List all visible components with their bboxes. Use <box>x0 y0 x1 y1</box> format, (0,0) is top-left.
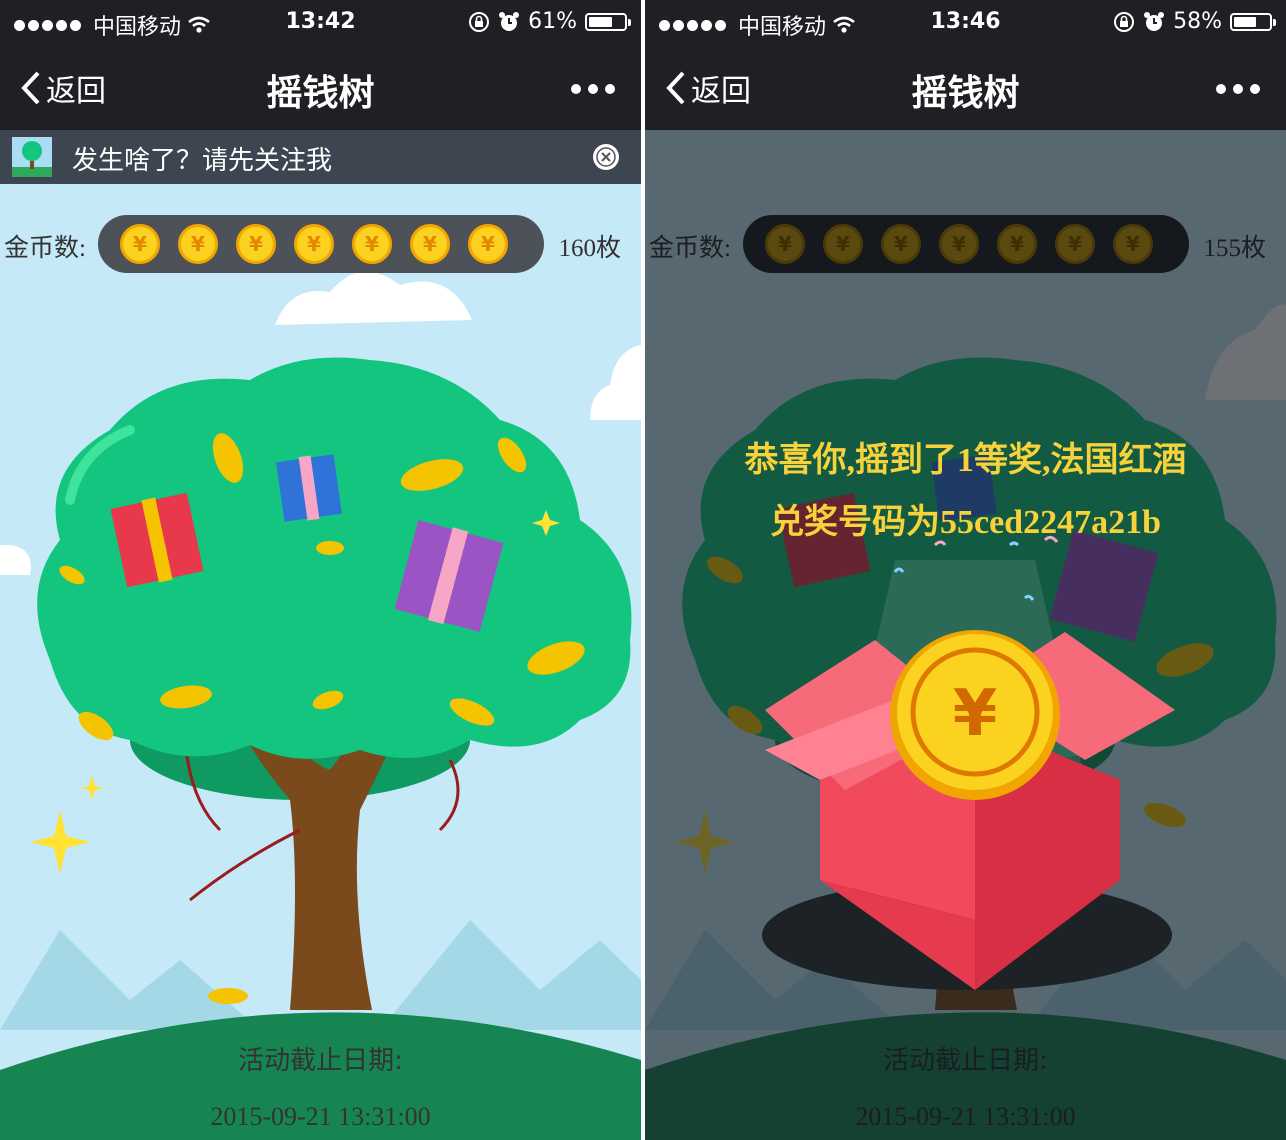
close-banner-button[interactable] <box>593 144 619 170</box>
rotation-lock-icon <box>1114 11 1135 32</box>
coin-icon: ¥ <box>352 224 392 264</box>
coin-icon: ¥ <box>178 224 218 264</box>
close-icon <box>596 147 616 167</box>
status-bar: 中国移动 13:46 58% <box>645 0 1286 46</box>
battery-icon <box>1230 12 1276 31</box>
rotation-lock-icon <box>469 11 490 32</box>
coin-label: 金币数: <box>4 235 86 262</box>
battery-percent: 61% <box>528 9 577 34</box>
page-title: 摇钱树 <box>911 73 1020 114</box>
coin-icon: ¥ <box>236 224 276 264</box>
redeem-code: 兑奖号码为55ced2247a21b <box>770 504 1161 541</box>
alarm-icon <box>499 11 520 31</box>
coin-count: 155枚 <box>1203 235 1266 262</box>
more-options-icon[interactable] <box>571 84 615 94</box>
coin-icon: ¥ <box>765 224 805 264</box>
follow-banner[interactable]: 发生啥了？请先关注我 <box>0 130 641 184</box>
coin-count: 160枚 <box>558 235 621 262</box>
prize-message: 恭喜你,摇到了1等奖,法国红酒 <box>744 442 1187 479</box>
battery-icon <box>585 12 631 31</box>
coin-icon: ¥ <box>410 224 450 264</box>
coin-icon: ¥ <box>939 224 979 264</box>
battery-percent: 58% <box>1173 9 1222 34</box>
coin-icon: ¥ <box>1055 224 1095 264</box>
coin-icon: ¥ <box>294 224 334 264</box>
deadline-date: 2015-09-21 13:31:00 <box>210 1102 431 1131</box>
status-bar: 中国移动 13:42 61% <box>0 0 641 46</box>
coin-icon: ¥ <box>120 224 160 264</box>
follow-banner-text: 发生啥了？请先关注我 <box>72 146 333 176</box>
coin-tray: ¥ ¥ ¥ ¥ ¥ ¥ ¥ <box>743 215 1189 273</box>
coin-icon: ¥ <box>997 224 1037 264</box>
phone-screen-before: 中国移动 13:42 61% 返回 摇钱树 发生啥了？请先关注我 金币数: ¥ <box>0 0 641 1140</box>
nav-bar: 返回 摇钱树 <box>0 46 641 130</box>
phone-screen-after: ¥ 中国移动 13:46 58% 返回 摇钱树 金币数: ¥ ¥ ¥ ¥ ¥ ¥… <box>645 0 1286 1140</box>
more-options-icon[interactable] <box>1216 84 1260 94</box>
alarm-icon <box>1144 11 1165 31</box>
game-area: 金币数: ¥ ¥ ¥ ¥ ¥ ¥ ¥ 155枚 活动截止日期: 2015-09-… <box>645 184 1286 1140</box>
coin-icon: ¥ <box>823 224 863 264</box>
coin-counter: 金币数: ¥ ¥ ¥ ¥ ¥ ¥ ¥ 155枚 <box>645 214 1286 274</box>
page-title: 摇钱树 <box>266 73 375 114</box>
deadline-label: 活动截止日期: <box>883 1046 1048 1076</box>
coin-label: 金币数: <box>649 235 731 262</box>
coin-icon: ¥ <box>468 224 508 264</box>
nav-bar: 返回 摇钱树 <box>645 46 1286 130</box>
tree-thumbnail-icon <box>12 137 52 177</box>
coin-tray: ¥ ¥ ¥ ¥ ¥ ¥ ¥ <box>98 215 544 273</box>
coin-counter: 金币数: ¥ ¥ ¥ ¥ ¥ ¥ ¥ 160枚 <box>0 214 641 274</box>
coin-icon: ¥ <box>1113 224 1153 264</box>
deadline-date: 2015-09-21 13:31:00 <box>855 1102 1076 1131</box>
deadline-label: 活动截止日期: <box>238 1046 403 1076</box>
coin-icon: ¥ <box>881 224 921 264</box>
game-area[interactable]: 金币数: ¥ ¥ ¥ ¥ ¥ ¥ ¥ 160枚 活动截止日期: 2015-09-… <box>0 184 641 1140</box>
